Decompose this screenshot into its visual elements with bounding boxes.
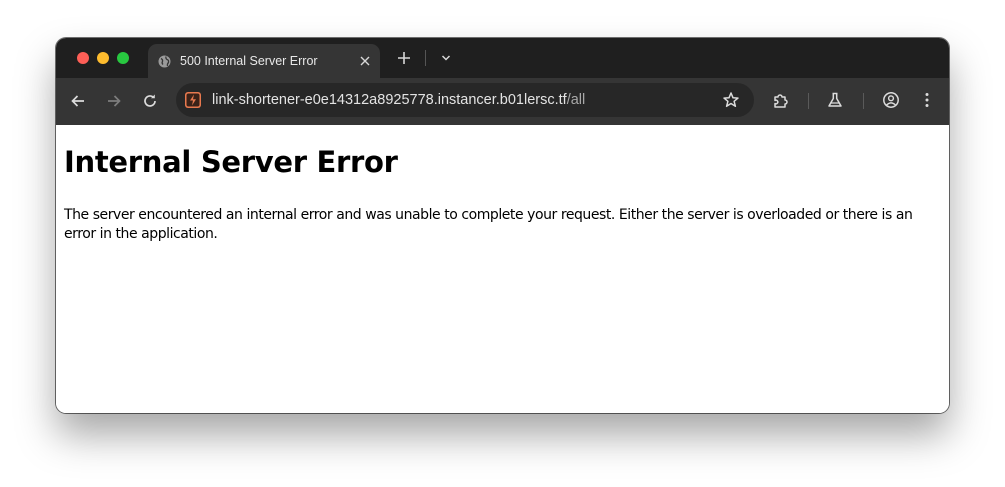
error-message: The server encountered an internal error… [64, 207, 913, 242]
page-title: Internal Server Error [64, 145, 398, 179]
minimize-window-button[interactable] [97, 52, 109, 64]
back-arrow-icon[interactable] [69, 92, 87, 110]
address-bar[interactable]: link-shortener-e0e14312a8925778.instance… [176, 83, 754, 117]
new-tab-icon[interactable] [396, 50, 412, 66]
tab-title: 500 Internal Server Error [180, 54, 318, 68]
close-tab-icon[interactable] [359, 55, 371, 67]
labs-flask-icon[interactable] [826, 91, 844, 109]
forward-arrow-icon[interactable] [105, 92, 123, 110]
lightning-bolt-icon[interactable] [184, 91, 202, 109]
browser-window: 500 Internal Server Error link-shortener… [56, 38, 949, 413]
reload-icon[interactable] [141, 92, 159, 110]
bookmark-star-icon[interactable] [722, 91, 740, 109]
tab-strip-divider [425, 50, 426, 66]
browser-tab-active[interactable]: 500 Internal Server Error [148, 44, 380, 78]
toolbar-divider [808, 93, 809, 109]
toolbar-divider [863, 93, 864, 109]
url-path: /all [566, 92, 586, 108]
chevron-down-icon[interactable] [439, 51, 453, 65]
url-host: link-shortener-e0e14312a8925778.instance… [212, 92, 567, 108]
page-content: Internal Server Error The server encount… [56, 125, 949, 413]
extensions-puzzle-icon[interactable] [772, 91, 790, 109]
more-options-icon[interactable] [918, 91, 936, 109]
desktop: 500 Internal Server Error link-shortener… [0, 0, 1005, 487]
maximize-window-button[interactable] [117, 52, 129, 64]
profile-avatar-icon[interactable] [882, 91, 900, 109]
globe-icon [158, 55, 171, 68]
url-text: link-shortener-e0e14312a8925778.instance… [212, 92, 585, 108]
title-bar: 500 Internal Server Error [56, 38, 949, 78]
close-window-button[interactable] [77, 52, 89, 64]
browser-toolbar: link-shortener-e0e14312a8925778.instance… [56, 78, 949, 125]
